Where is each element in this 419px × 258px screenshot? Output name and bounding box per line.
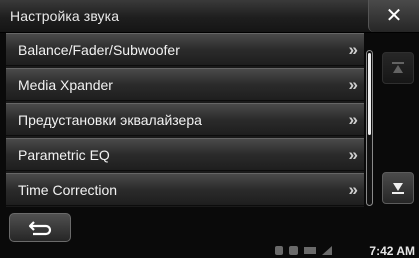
double-chevron-right-icon: » (348, 75, 359, 94)
signal-strength-icon (322, 246, 332, 255)
status-icons (275, 245, 332, 256)
menu-item-label: Parametric EQ (18, 147, 110, 163)
scroll-down-icon (392, 183, 404, 194)
double-chevron-right-icon: » (348, 145, 359, 164)
menu-item-label: Balance/Fader/Subwoofer (18, 42, 180, 58)
battery-icon (304, 247, 316, 254)
scrollbar[interactable] (366, 50, 373, 206)
scroll-up-button[interactable] (382, 52, 414, 84)
settings-menu-list: Balance/Fader/Subwoofer » Media Xpander … (6, 33, 364, 207)
title-bar: Настройка звука ✕ (0, 0, 419, 33)
menu-item-eq-presets[interactable]: Предустановки эквалайзера » (6, 103, 364, 136)
menu-item-balance-fader-subwoofer[interactable]: Balance/Fader/Subwoofer » (6, 33, 364, 66)
menu-item-label: Предустановки эквалайзера (18, 112, 202, 128)
scrollbar-thumb[interactable] (368, 53, 371, 135)
bluetooth-icon (275, 246, 283, 255)
close-icon: ✕ (385, 5, 403, 27)
menu-item-media-xpander[interactable]: Media Xpander » (6, 68, 364, 101)
double-chevron-right-icon: » (348, 110, 359, 129)
menu-item-parametric-eq[interactable]: Parametric EQ » (6, 138, 364, 171)
scroll-up-icon (392, 62, 404, 73)
phone-icon (289, 246, 298, 255)
scroll-down-button[interactable] (382, 172, 414, 204)
double-chevron-right-icon: » (348, 180, 359, 199)
double-chevron-right-icon: » (348, 40, 359, 59)
close-button[interactable]: ✕ (368, 0, 419, 32)
status-bar: 7:42 AM (0, 244, 419, 258)
menu-item-time-correction[interactable]: Time Correction » (6, 173, 364, 206)
clock: 7:42 AM (369, 244, 415, 258)
back-arrow-icon (28, 220, 52, 235)
page-title: Настройка звука (10, 8, 120, 24)
menu-item-label: Time Correction (18, 182, 118, 198)
back-button[interactable] (9, 213, 71, 242)
menu-item-label: Media Xpander (18, 77, 113, 93)
